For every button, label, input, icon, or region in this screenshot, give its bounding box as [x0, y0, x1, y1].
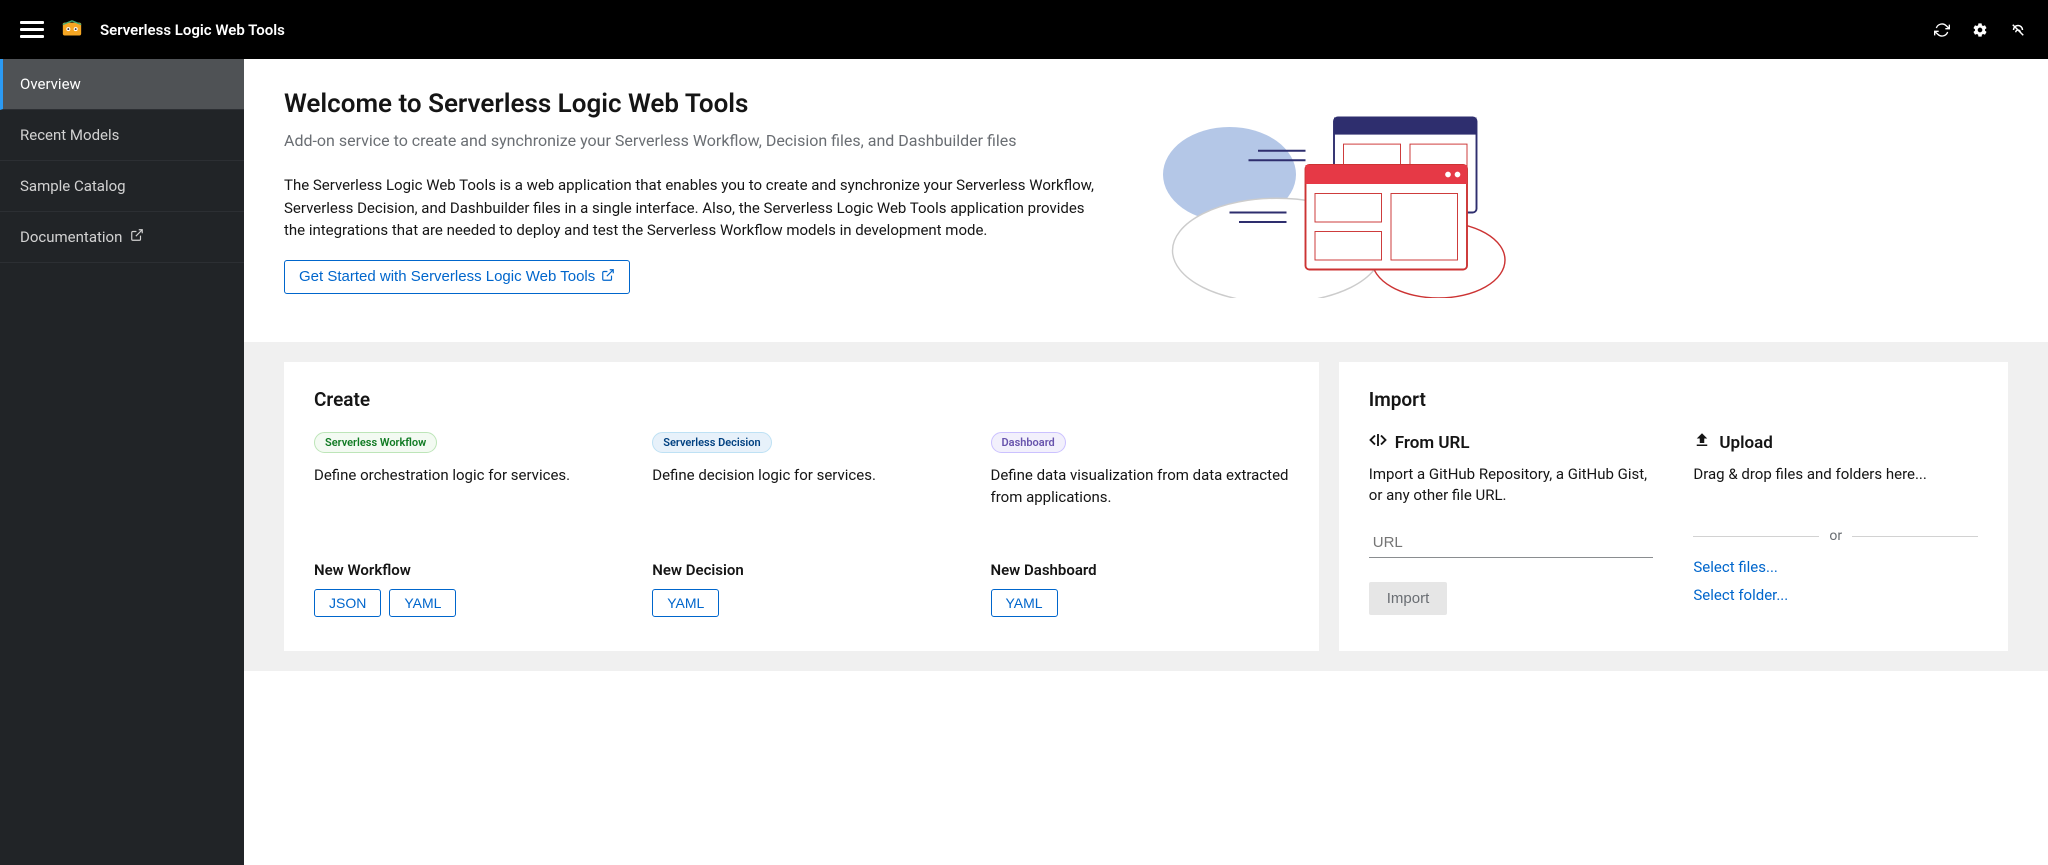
app-logo [60, 18, 84, 42]
gear-icon[interactable] [1970, 20, 1990, 40]
topbar-right [1932, 20, 2028, 40]
sidebar-item-overview[interactable]: Overview [0, 59, 244, 110]
dashboard-tag: Dashboard [991, 432, 1066, 453]
hero-illustration [1144, 89, 1524, 302]
topbar-left: Serverless Logic Web Tools [20, 18, 285, 42]
create-card: Create Serverless Workflow Define orches… [284, 362, 1319, 651]
dashboard-new-label: New Dashboard [991, 561, 1289, 579]
get-started-label: Get Started with Serverless Logic Web To… [299, 268, 595, 285]
page-subtitle: Add-on service to create and synchronize… [284, 131, 1104, 150]
code-icon [1369, 431, 1387, 454]
sidebar-item-label: Recent Models [20, 126, 119, 144]
menu-toggle-button[interactable] [20, 18, 44, 42]
external-link-icon [601, 268, 615, 286]
topbar: Serverless Logic Web Tools [0, 0, 2048, 59]
new-decision-yaml-button[interactable]: YAML [652, 589, 719, 617]
sidebar-item-label: Documentation [20, 228, 122, 246]
or-divider: or [1693, 528, 1978, 544]
select-files-link[interactable]: Select files... [1693, 558, 1978, 576]
create-workflow: Serverless Workflow Define orchestration… [314, 431, 612, 617]
hero-text: Welcome to Serverless Logic Web Tools Ad… [284, 89, 1104, 294]
url-input[interactable] [1369, 528, 1654, 558]
sidebar-item-documentation[interactable]: Documentation [0, 212, 244, 263]
import-title: Import [1369, 388, 1978, 411]
import-from-url: From URL Import a GitHub Repository, a G… [1369, 431, 1654, 615]
app-title: Serverless Logic Web Tools [100, 21, 285, 39]
page-description: The Serverless Logic Web Tools is a web … [284, 174, 1104, 242]
get-started-button[interactable]: Get Started with Serverless Logic Web To… [284, 260, 630, 294]
sidebar: Overview Recent Models Sample Catalog Do… [0, 59, 244, 865]
from-url-desc: Import a GitHub Repository, a GitHub Gis… [1369, 464, 1654, 508]
page-title: Welcome to Serverless Logic Web Tools [284, 89, 1104, 119]
import-upload: Upload Drag & drop files and folders her… [1693, 431, 1978, 615]
workflow-tag: Serverless Workflow [314, 432, 437, 453]
main-content: Welcome to Serverless Logic Web Tools Ad… [244, 59, 2048, 865]
dashboard-desc: Define data visualization from data extr… [991, 465, 1289, 531]
connection-icon[interactable] [2008, 20, 2028, 40]
import-card: Import From URL Import a GitHub Reposito… [1339, 362, 2008, 651]
workflow-desc: Define orchestration logic for services. [314, 465, 612, 531]
hero-section: Welcome to Serverless Logic Web Tools Ad… [244, 59, 2048, 342]
sidebar-item-label: Sample Catalog [20, 177, 126, 195]
new-dashboard-yaml-button[interactable]: YAML [991, 589, 1058, 617]
decision-tag: Serverless Decision [652, 432, 771, 453]
create-decision: Serverless Decision Define decision logi… [652, 431, 950, 617]
select-folder-link[interactable]: Select folder... [1693, 586, 1978, 604]
sidebar-item-label: Overview [20, 75, 81, 93]
external-link-icon [130, 228, 144, 246]
panels: Create Serverless Workflow Define orches… [244, 342, 2048, 671]
decision-new-label: New Decision [652, 561, 950, 579]
import-button[interactable]: Import [1369, 582, 1448, 615]
new-workflow-yaml-button[interactable]: YAML [389, 589, 456, 617]
decision-desc: Define decision logic for services. [652, 465, 950, 531]
workflow-new-label: New Workflow [314, 561, 612, 579]
upload-heading: Upload [1719, 433, 1772, 453]
sidebar-item-sample-catalog[interactable]: Sample Catalog [0, 161, 244, 212]
sidebar-item-recent-models[interactable]: Recent Models [0, 110, 244, 161]
create-dashboard: Dashboard Define data visualization from… [991, 431, 1289, 617]
create-title: Create [314, 388, 1289, 411]
from-url-heading: From URL [1395, 433, 1470, 453]
upload-icon [1693, 431, 1711, 454]
new-workflow-json-button[interactable]: JSON [314, 589, 381, 617]
upload-desc: Drag & drop files and folders here... [1693, 464, 1978, 508]
refresh-icon[interactable] [1932, 20, 1952, 40]
